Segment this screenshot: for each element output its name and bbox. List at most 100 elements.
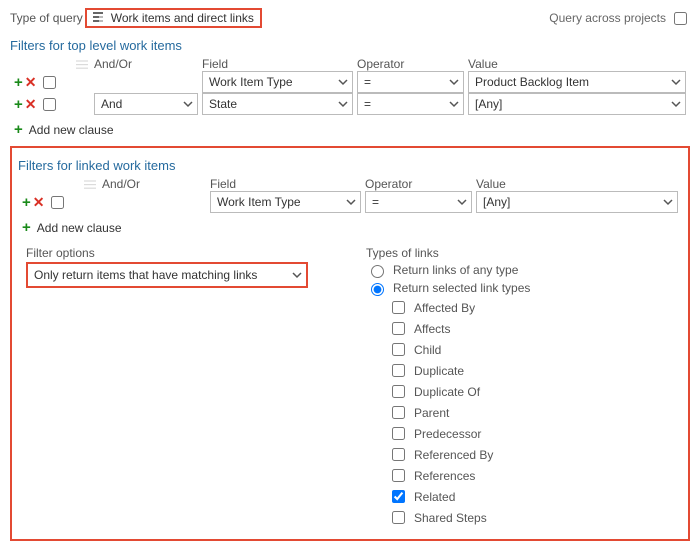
chevron-down-icon — [338, 99, 348, 109]
add-row-button[interactable]: + — [14, 74, 23, 91]
delete-row-button[interactable]: ✕ — [25, 96, 37, 113]
link-type-label: Duplicate Of — [414, 385, 480, 399]
delete-row-button[interactable]: ✕ — [33, 194, 45, 211]
top-add-clause[interactable]: + Add new clause — [14, 121, 690, 138]
top-clause-row: +✕ Work Item Type = Product Backlog Item — [10, 71, 690, 93]
chevron-down-icon — [449, 77, 459, 87]
value-select[interactable]: [Any] — [468, 93, 686, 115]
link-type-checkbox[interactable] — [392, 385, 405, 398]
type-of-query-label: Type of query — [10, 11, 83, 25]
operator-value: = — [364, 97, 371, 111]
chevron-down-icon — [338, 77, 348, 87]
link-type-option[interactable]: Child — [388, 340, 682, 359]
link-type-checkbox[interactable] — [392, 469, 405, 482]
link-type-option[interactable]: Parent — [388, 403, 682, 422]
field-value: Work Item Type — [217, 195, 301, 209]
link-type-checkbox[interactable] — [392, 406, 405, 419]
field-select[interactable]: Work Item Type — [202, 71, 353, 93]
add-row-button[interactable]: + — [22, 194, 31, 211]
radio-selected-types-input[interactable] — [371, 283, 384, 296]
query-type-selector[interactable]: Work items and direct links — [85, 8, 262, 28]
link-type-label: Related — [414, 490, 455, 504]
row-checkbox[interactable] — [51, 196, 64, 209]
link-type-checkbox[interactable] — [392, 490, 405, 503]
radio-any-type[interactable]: Return links of any type — [366, 262, 682, 278]
chevron-down-icon — [671, 77, 681, 87]
field-value: Work Item Type — [209, 75, 293, 89]
field-select[interactable]: Work Item Type — [210, 191, 361, 213]
col-field-header: Field — [210, 177, 365, 191]
link-type-label: References — [414, 469, 475, 483]
operator-select[interactable]: = — [357, 93, 464, 115]
chevron-down-icon — [292, 270, 302, 280]
radio-selected-types[interactable]: Return selected link types — [366, 280, 682, 296]
radio-any-type-label: Return links of any type — [393, 263, 518, 277]
link-type-checkbox[interactable] — [392, 301, 405, 314]
link-types-label: Types of links — [366, 246, 682, 260]
operator-select[interactable]: = — [357, 71, 464, 93]
chevron-down-icon — [457, 197, 467, 207]
link-type-checkbox[interactable] — [392, 448, 405, 461]
radio-any-type-input[interactable] — [371, 265, 384, 278]
link-type-checkbox[interactable] — [392, 427, 405, 440]
value-select[interactable]: [Any] — [476, 191, 678, 213]
plus-icon: + — [14, 121, 23, 138]
link-type-label: Shared Steps — [414, 511, 487, 525]
query-across-projects[interactable]: Query across projects — [549, 9, 690, 28]
link-type-option[interactable]: Affected By — [388, 298, 682, 317]
link-type-checkbox[interactable] — [392, 364, 405, 377]
link-type-option[interactable]: Affects — [388, 319, 682, 338]
field-select[interactable]: State — [202, 93, 353, 115]
linked-add-clause[interactable]: + Add new clause — [22, 219, 682, 236]
row-checkbox[interactable] — [43, 76, 56, 89]
radio-selected-types-label: Return selected link types — [393, 281, 530, 295]
link-type-option[interactable]: Related — [388, 487, 682, 506]
link-type-checkbox[interactable] — [392, 322, 405, 335]
query-type-value: Work items and direct links — [111, 11, 254, 25]
value-value: [Any] — [483, 195, 510, 209]
query-across-projects-label: Query across projects — [549, 11, 666, 25]
link-type-option[interactable]: References — [388, 466, 682, 485]
filter-options-label: Filter options — [26, 246, 346, 260]
operator-select[interactable]: = — [365, 191, 472, 213]
direct-links-icon — [93, 12, 107, 24]
andor-select[interactable]: And — [94, 93, 198, 115]
filter-options-value: Only return items that have matching lin… — [34, 268, 257, 282]
delete-row-button[interactable]: ✕ — [25, 74, 37, 91]
link-type-label: Parent — [414, 406, 449, 420]
operator-value: = — [372, 195, 379, 209]
link-type-label: Affected By — [414, 301, 475, 315]
column-grip-icon — [84, 178, 96, 190]
link-type-option[interactable]: Shared Steps — [388, 508, 682, 527]
value-value: Product Backlog Item — [475, 75, 589, 89]
link-type-checkbox[interactable] — [392, 343, 405, 356]
top-clause-row: +✕ And State = [Any] — [10, 93, 690, 115]
chevron-down-icon — [183, 99, 193, 109]
filter-options-select[interactable]: Only return items that have matching lin… — [26, 262, 308, 288]
link-type-checkbox[interactable] — [392, 511, 405, 524]
link-type-option[interactable]: Predecessor — [388, 424, 682, 443]
col-operator-header: Operator — [357, 57, 468, 71]
link-type-label: Child — [414, 343, 441, 357]
chevron-down-icon — [449, 99, 459, 109]
link-type-label: Duplicate — [414, 364, 464, 378]
top-filters-header: Filters for top level work items — [10, 38, 690, 53]
link-type-option[interactable]: Duplicate — [388, 361, 682, 380]
row-checkbox[interactable] — [43, 98, 56, 111]
chevron-down-icon — [671, 99, 681, 109]
link-type-option[interactable]: Duplicate Of — [388, 382, 682, 401]
add-row-button[interactable]: + — [14, 96, 23, 113]
andor-value: And — [101, 97, 122, 111]
query-across-projects-checkbox[interactable] — [674, 12, 687, 25]
col-field-header: Field — [202, 57, 357, 71]
col-andor-header: And/Or — [94, 57, 202, 71]
top-add-clause-label: Add new clause — [29, 123, 114, 137]
plus-icon: + — [22, 219, 31, 236]
link-type-option[interactable]: Referenced By — [388, 445, 682, 464]
chevron-down-icon — [346, 197, 356, 207]
value-select[interactable]: Product Backlog Item — [468, 71, 686, 93]
linked-add-clause-label: Add new clause — [37, 221, 122, 235]
col-andor-header: And/Or — [102, 177, 210, 191]
column-grip-icon — [76, 58, 88, 70]
link-type-label: Predecessor — [414, 427, 481, 441]
